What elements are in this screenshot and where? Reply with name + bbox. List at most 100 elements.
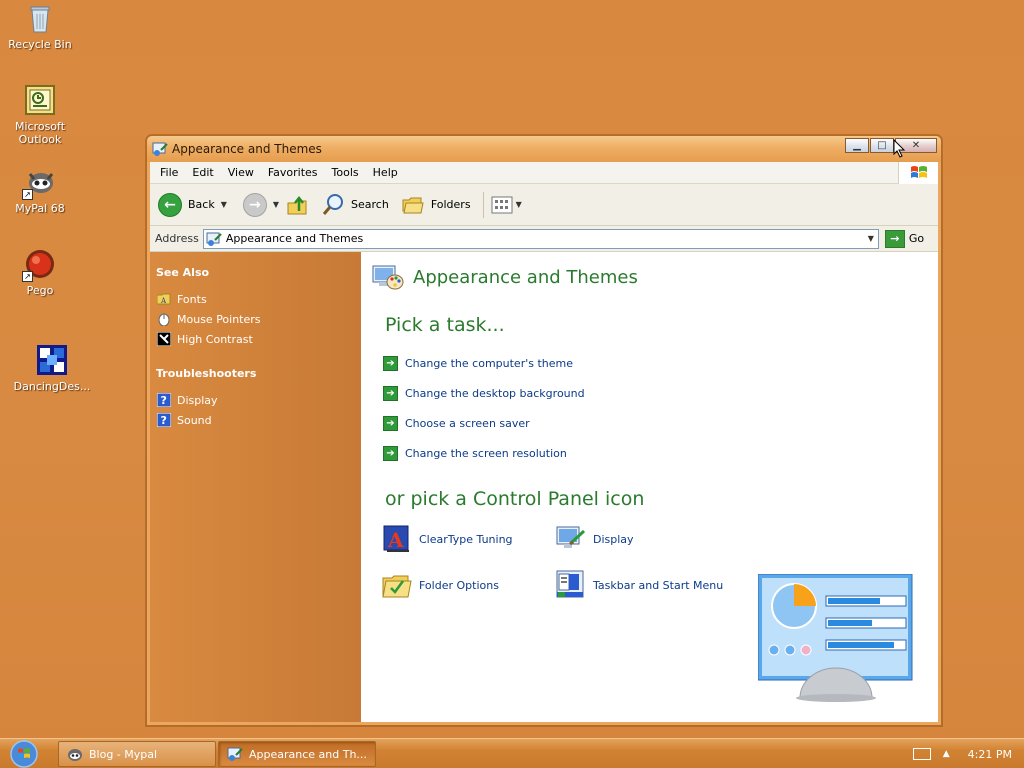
views-button[interactable]: ▼: [490, 195, 522, 215]
taskbar-button-label: Blog - Mypal: [89, 747, 158, 761]
taskbar-button-appearance[interactable]: Appearance and Th...: [218, 741, 376, 767]
search-button[interactable]: Search: [321, 193, 389, 217]
back-button[interactable]: ← Back ▼: [158, 192, 227, 217]
appearance-themes-icon: [372, 265, 404, 290]
sidebar-item-label: Sound: [177, 413, 212, 427]
minimize-icon: ▁: [853, 140, 861, 151]
back-arrow-icon: ←: [158, 192, 182, 217]
title-bar[interactable]: Appearance and Themes ▁ □ ✕: [147, 136, 941, 162]
high-contrast-icon: [156, 331, 172, 347]
search-label: Search: [351, 198, 389, 211]
desktop-icon-outlook[interactable]: Microsoft Outlook: [0, 84, 80, 146]
dancing-desktop-icon: [36, 344, 68, 376]
menu-edit[interactable]: Edit: [185, 166, 220, 179]
forward-arrow-icon: →: [242, 192, 267, 217]
close-icon: ✕: [911, 140, 921, 151]
control-panel-window: Appearance and Themes ▁ □ ✕ File Edit Vi…: [146, 135, 942, 726]
task-list: ➔ Change the computer's theme ➔ Change t…: [383, 348, 585, 468]
menu-bar: File Edit View Favorites Tools Help: [150, 162, 938, 184]
window-controls: ▁ □ ✕: [844, 138, 937, 153]
views-icon: [491, 196, 513, 213]
back-history-dropdown[interactable]: ▼: [221, 200, 227, 209]
svg-text:A: A: [160, 297, 167, 305]
cpl-display[interactable]: Display: [555, 522, 755, 556]
sidebar-item-label: High Contrast: [177, 332, 253, 346]
mouse-cursor-icon: [893, 139, 906, 158]
show-hidden-icons-icon[interactable]: ▲: [943, 749, 950, 759]
sidebar-item-label: Fonts: [177, 292, 207, 306]
desktop-icon-pego[interactable]: ↗ Pego: [0, 248, 80, 297]
sidebar-item-sound[interactable]: ? Sound: [156, 410, 361, 430]
address-field[interactable]: Appearance and Themes ▼: [202, 228, 879, 249]
menu-file[interactable]: File: [153, 166, 185, 179]
desktop-icon-dancing[interactable]: DancingDes...: [12, 344, 92, 393]
cpl-taskbar-start-menu[interactable]: Taskbar and Start Menu: [555, 568, 755, 602]
clock[interactable]: 4:21 PM: [968, 748, 1012, 761]
task-change-theme[interactable]: ➔ Change the computer's theme: [383, 348, 585, 378]
go-label: Go: [908, 232, 925, 245]
forward-button[interactable]: → ▼: [242, 192, 279, 217]
cpl-label: ClearType Tuning: [419, 532, 513, 546]
task-label: Change the computer's theme: [405, 356, 573, 370]
sidebar-item-high-contrast[interactable]: High Contrast: [156, 329, 361, 349]
control-panel-illustration: [758, 574, 913, 702]
sidebar-item-mouse-pointers[interactable]: Mouse Pointers: [156, 309, 361, 329]
task-change-background[interactable]: ➔ Change the desktop background: [383, 378, 585, 408]
taskbar-start-menu-icon: [556, 570, 584, 598]
address-label: Address: [155, 232, 199, 245]
minimize-button[interactable]: ▁: [845, 138, 869, 153]
sidebar-item-label: Display: [177, 393, 218, 407]
menu-favorites[interactable]: Favorites: [261, 166, 325, 179]
green-arrow-icon: ➔: [383, 445, 398, 461]
desktop-icon-recycle-bin[interactable]: Recycle Bin: [0, 2, 80, 51]
category-heading: Appearance and Themes: [371, 260, 638, 294]
taskbar: Blog - Mypal Appearance and Th... ▲ 4:21…: [0, 738, 1024, 768]
see-also-group: See Also A Fonts Mouse Pointers High Con…: [156, 266, 361, 349]
forward-history-dropdown[interactable]: ▼: [273, 200, 279, 209]
pick-task-heading: Pick a task...: [385, 314, 505, 336]
address-dropdown-icon[interactable]: ▼: [864, 230, 878, 248]
start-button[interactable]: [6, 740, 42, 768]
keyboard-icon[interactable]: [912, 748, 931, 760]
content-area: See Also A Fonts Mouse Pointers High Con…: [150, 252, 938, 722]
category-view: Appearance and Themes Pick a task... ➔ C…: [361, 252, 938, 722]
green-arrow-icon: ➔: [383, 385, 398, 401]
control-panel-icon: [206, 232, 222, 246]
folders-icon: [402, 197, 424, 213]
maximize-button[interactable]: □: [870, 138, 894, 153]
shortcut-arrow-icon: ↗: [22, 189, 33, 200]
task-screen-resolution[interactable]: ➔ Change the screen resolution: [383, 438, 585, 468]
window-title: Appearance and Themes: [172, 142, 322, 156]
sidebar-item-fonts[interactable]: A Fonts: [156, 289, 361, 309]
go-button[interactable]: → Go: [884, 229, 925, 248]
menu-help[interactable]: Help: [366, 166, 405, 179]
task-screen-saver[interactable]: ➔ Choose a screen saver: [383, 408, 585, 438]
sidebar-item-display[interactable]: ? Display: [156, 390, 361, 410]
taskbar-button-label: Appearance and Th...: [249, 747, 367, 761]
folders-label: Folders: [430, 198, 471, 211]
green-arrow-icon: ➔: [383, 355, 398, 371]
cpl-cleartype-tuning[interactable]: A ClearType Tuning: [381, 522, 555, 556]
taskbar-button-mypal[interactable]: Blog - Mypal: [58, 741, 216, 767]
desktop-icon-mypal[interactable]: ↗ MyPal 68: [0, 166, 80, 215]
up-folder-button[interactable]: [285, 193, 309, 217]
address-value: Appearance and Themes: [225, 232, 364, 245]
address-bar: Address Appearance and Themes ▼ → Go: [150, 226, 938, 252]
menu-view[interactable]: View: [221, 166, 261, 179]
mypal-icon: [68, 749, 82, 761]
fonts-folder-icon: A: [156, 291, 172, 307]
cpl-label: Folder Options: [419, 578, 499, 592]
recycle-bin-icon: [24, 2, 56, 34]
svg-text:A: A: [387, 528, 404, 552]
cpl-folder-options[interactable]: Folder Options: [381, 568, 555, 602]
up-folder-icon: [287, 195, 307, 214]
shortcut-arrow-icon: ↗: [22, 271, 33, 282]
views-dropdown-icon: ▼: [515, 200, 522, 209]
menu-tools[interactable]: Tools: [325, 166, 366, 179]
standard-toolbar: ← Back ▼ → ▼ Search Folders ▼: [150, 184, 938, 226]
folders-button[interactable]: Folders: [401, 193, 471, 217]
windows-orb-icon: [10, 740, 38, 768]
window-body: File Edit View Favorites Tools Help ← Ba…: [150, 162, 938, 722]
task-pane: See Also A Fonts Mouse Pointers High Con…: [150, 252, 361, 722]
cleartype-icon: A: [383, 525, 409, 552]
